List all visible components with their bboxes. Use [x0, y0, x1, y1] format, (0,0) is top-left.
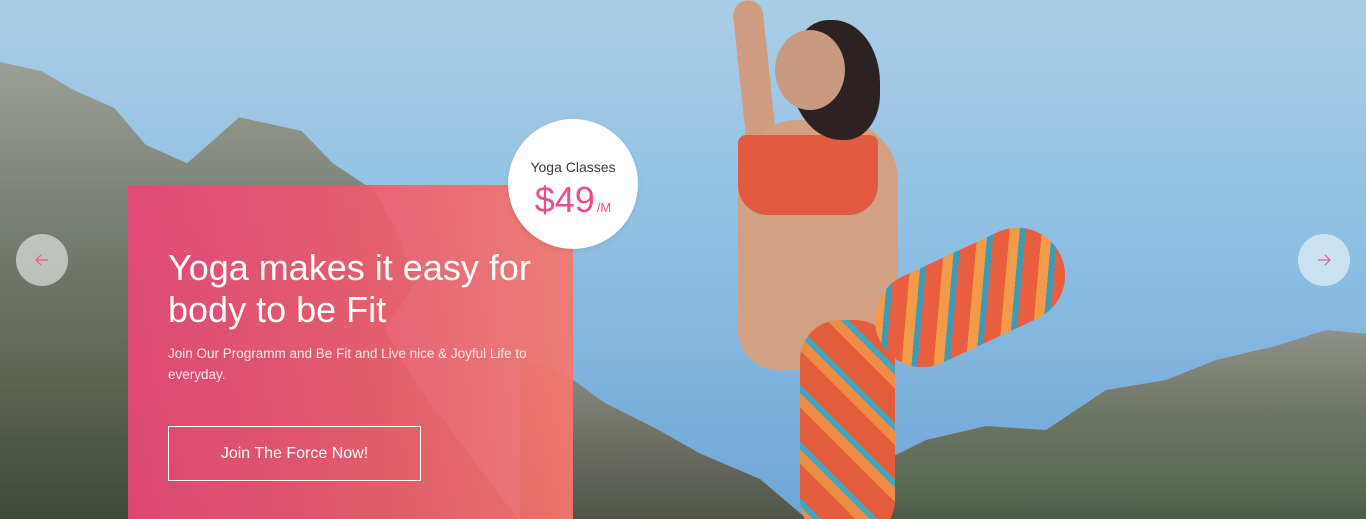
price-label: Yoga Classes	[530, 159, 616, 175]
hero-slider: Yoga makes it easy for body to be Fit Jo…	[0, 0, 1366, 519]
arrow-left-icon	[35, 254, 48, 266]
price-amount: $49	[534, 179, 595, 220]
yoga-model-image	[720, 0, 1081, 519]
hero-subtext: Join Our Programm and Be Fit and Live ni…	[168, 346, 527, 382]
price-value: $49/M	[508, 179, 638, 221]
model-head	[775, 30, 845, 110]
hero-headline: Yoga makes it easy for body to be Fit	[168, 247, 531, 330]
slider-prev-button[interactable]	[16, 234, 68, 286]
slider-next-button[interactable]	[1298, 234, 1350, 286]
price-unit: /M	[596, 200, 612, 215]
promo-card: Yoga makes it easy for body to be Fit Jo…	[128, 185, 573, 519]
model-leg	[800, 320, 895, 519]
price-badge: Yoga Classes $49/M	[508, 119, 638, 249]
join-now-button[interactable]: Join The Force Now!	[168, 426, 421, 481]
model-sports-top	[738, 135, 878, 215]
arrow-right-icon	[1318, 254, 1331, 266]
